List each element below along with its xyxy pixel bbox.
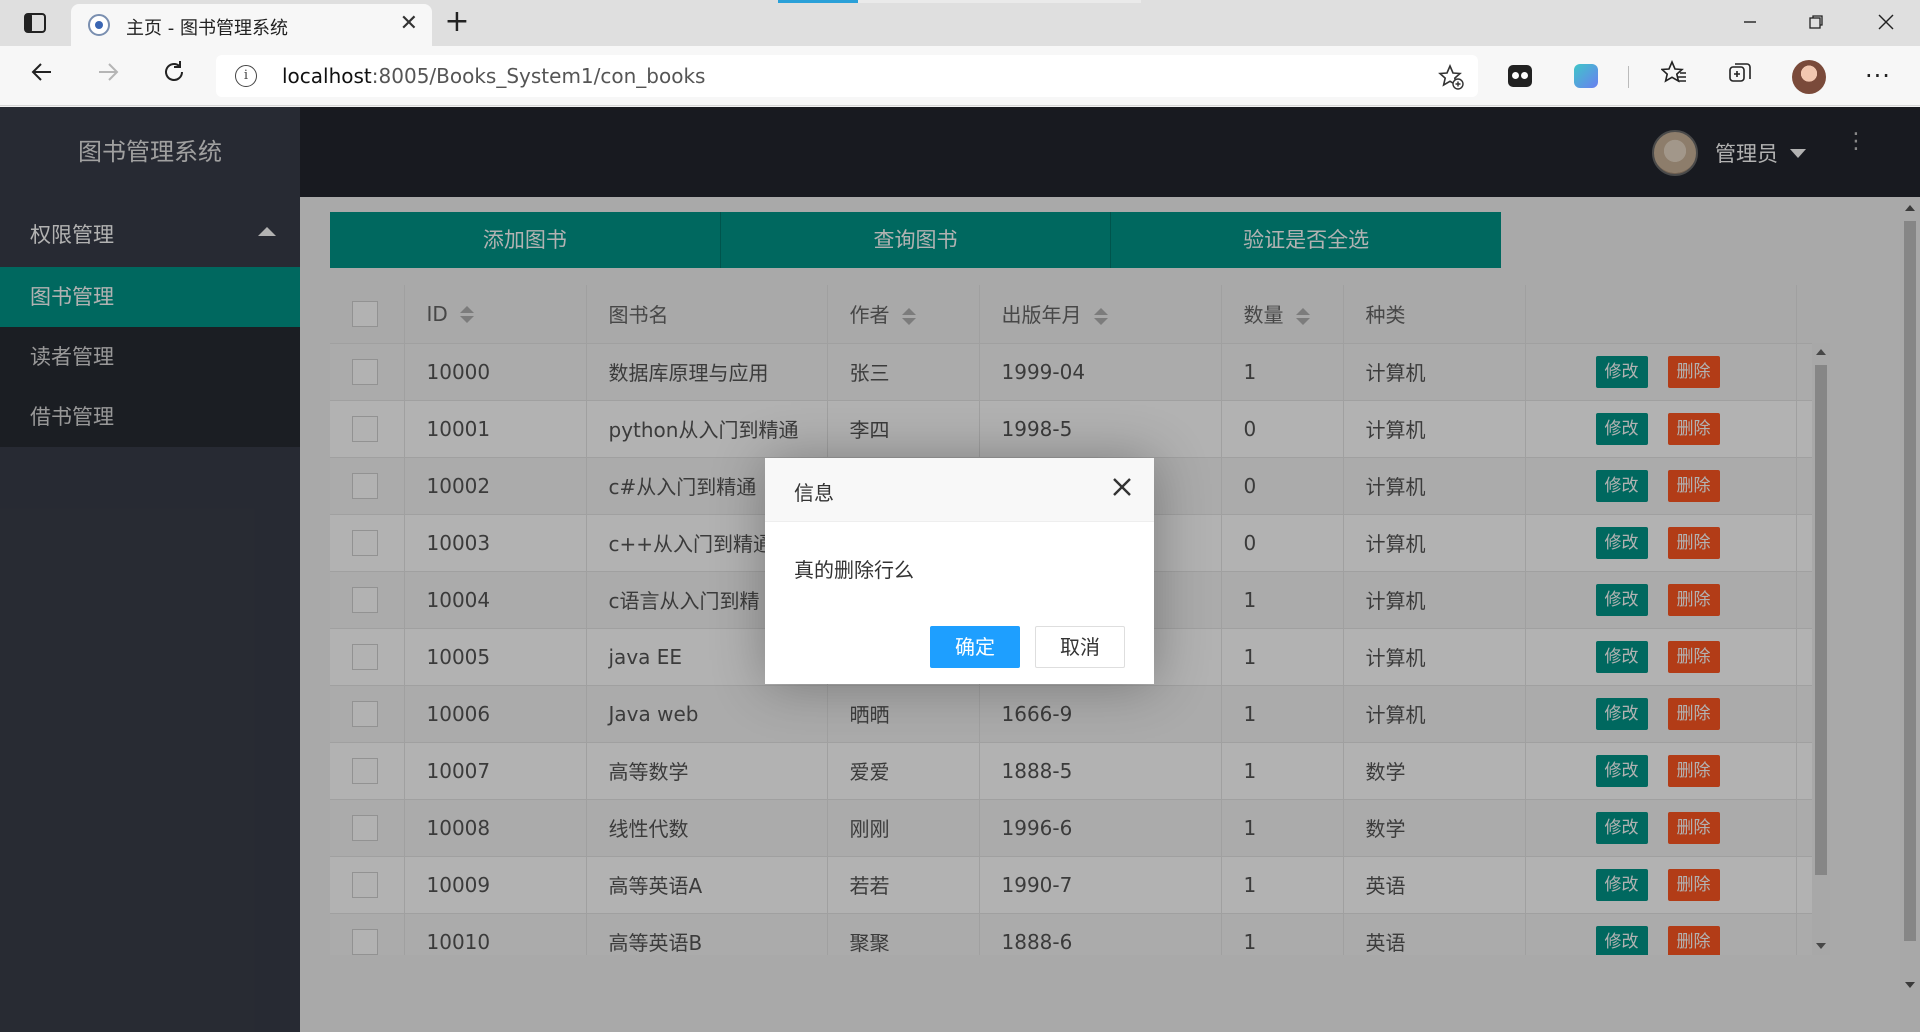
favorites-icon[interactable] — [1658, 59, 1690, 92]
back-icon[interactable] — [22, 56, 62, 96]
tab-close-icon[interactable]: ✕ — [400, 13, 418, 35]
browser-tab-strip: 主页 - 图书管理系统 ✕ + — [0, 0, 1920, 46]
profile-avatar[interactable] — [1792, 60, 1826, 94]
window-restore-button[interactable] — [1796, 6, 1836, 40]
dialog-message: 真的删除行么 — [794, 558, 914, 582]
new-tab-button[interactable]: + — [440, 6, 474, 40]
refresh-icon[interactable] — [154, 56, 194, 96]
copilot-icon[interactable] — [1570, 60, 1602, 92]
more-icon[interactable]: ··· — [1862, 60, 1894, 92]
site-info-icon[interactable]: i — [235, 65, 257, 87]
loading-progress-bar — [778, 0, 858, 3]
add-favorite-icon[interactable] — [1438, 63, 1464, 96]
forward-icon[interactable] — [88, 56, 128, 96]
url-text[interactable]: localhost:8005/Books_System1/con_books — [282, 64, 705, 88]
dialog-title: 信息 — [794, 481, 834, 505]
site-favicon-icon — [88, 14, 110, 36]
window-close-button[interactable] — [1866, 6, 1906, 40]
extension-icon[interactable] — [1504, 60, 1536, 92]
dialog-header: 信息 — [765, 458, 1154, 522]
tab-title: 主页 - 图书管理系统 — [126, 18, 288, 39]
confirm-button[interactable]: 确定 — [930, 626, 1020, 668]
window-minimize-button[interactable] — [1730, 6, 1770, 40]
confirm-dialog: 信息 真的删除行么 确定 取消 — [765, 458, 1154, 684]
cancel-button[interactable]: 取消 — [1035, 626, 1125, 668]
tab-actions-icon[interactable] — [18, 11, 52, 35]
browser-toolbar: i localhost:8005/Books_System1/con_books… — [0, 46, 1920, 106]
collections-icon[interactable] — [1724, 60, 1756, 92]
loading-progress-track — [858, 0, 1141, 3]
close-icon[interactable] — [1112, 474, 1132, 502]
address-bar[interactable]: i localhost:8005/Books_System1/con_books — [216, 55, 1478, 97]
browser-tab-active[interactable]: 主页 - 图书管理系统 ✕ — [71, 4, 432, 46]
toolbar-divider — [1628, 66, 1629, 88]
